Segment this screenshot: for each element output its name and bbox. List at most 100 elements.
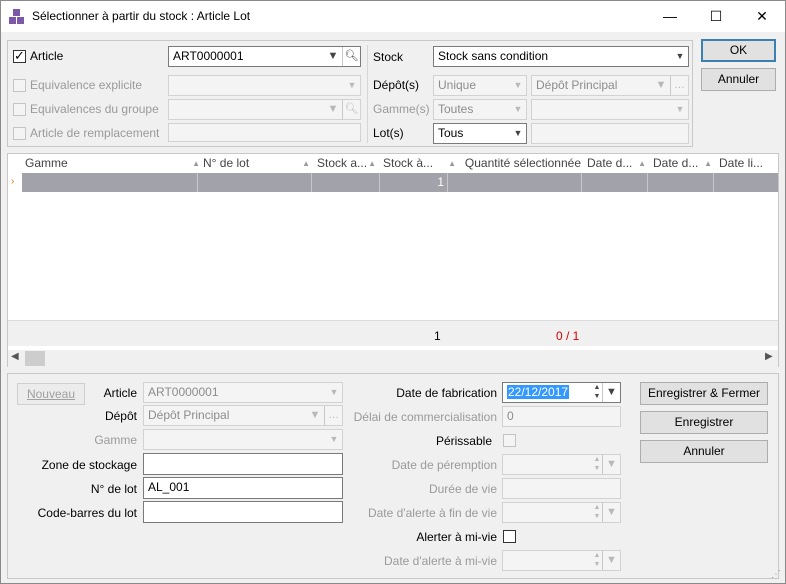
horizontal-scrollbar[interactable]: ◀ ▶ xyxy=(8,350,778,367)
alerte-mi-input[interactable]: ▲ ▼ ▼ xyxy=(502,550,621,571)
chevron-down-icon: ▼ xyxy=(675,51,685,61)
chevron-down-icon[interactable]: ▼ xyxy=(602,455,620,474)
column-header-date3[interactable]: Date li... xyxy=(716,154,778,173)
sort-icon: ▲ xyxy=(448,159,456,168)
save-close-button[interactable]: Enregistrer & Fermer xyxy=(640,382,768,405)
chevron-down-icon: ▼ xyxy=(347,80,357,90)
grid-header: Gamme ▲ N° de lot ▲ Stock a... ▲ Stock à...… xyxy=(8,154,778,173)
depot-label: Dépôt(s) xyxy=(373,78,420,92)
equiv-explicit-label: Equivalence explicite xyxy=(30,78,143,92)
chevron-down-icon[interactable]: ▼ xyxy=(324,47,342,66)
chevron-down-icon: ▼ xyxy=(513,128,523,138)
table-row[interactable]: 1 xyxy=(22,173,778,192)
barcode-label: Code-barres du lot xyxy=(37,506,137,520)
search-icon[interactable]: 🔍︎ xyxy=(342,47,360,66)
stock-label: Stock xyxy=(373,50,404,64)
new-button[interactable]: Nouveau xyxy=(17,383,85,405)
row-indicator-icon: › xyxy=(11,176,15,187)
cell-quantite xyxy=(448,173,582,192)
column-header-date1[interactable]: Date d... ▲ xyxy=(584,154,650,173)
lot-mode-select[interactable]: Tous ▼ xyxy=(433,123,527,144)
replacement-checkbox[interactable] xyxy=(13,127,26,140)
barcode-input[interactable] xyxy=(143,501,343,523)
sort-icon: ▲ xyxy=(368,159,376,168)
lot-filter-label: Lot(s) xyxy=(373,126,404,140)
chevron-down-icon[interactable]: ▼ xyxy=(602,383,620,402)
chevron-down-icon: ▼ xyxy=(309,409,321,421)
alerte-mi-label: Date d'alerte à mi-vie xyxy=(383,554,497,568)
chevron-down-icon[interactable]: ▼ xyxy=(602,503,620,522)
depot-mode-select[interactable]: Unique ▼ xyxy=(433,75,527,96)
equiv-group-input[interactable]: ▼ 🔍︎ xyxy=(168,99,361,120)
depot-value: Dépôt Principal xyxy=(536,78,618,92)
duree-label: Durée de vie xyxy=(428,482,497,496)
alerter-label: Alerter à mi-vie xyxy=(416,530,497,544)
column-header-gamme[interactable]: Gamme ▲ xyxy=(22,154,204,173)
cell-stock-a2: 1 xyxy=(380,173,448,192)
depot-select[interactable]: Dépôt Principal ▼ … xyxy=(531,75,689,96)
lot-number-label: N° de lot xyxy=(90,482,137,496)
grid-footer: 1 0 / 1 xyxy=(8,320,778,346)
app-cubes-icon xyxy=(9,9,25,25)
column-header-quantite[interactable]: Quantité sélectionnée xyxy=(460,154,584,173)
peremption-label: Date de péremption xyxy=(391,458,497,472)
ok-button[interactable]: OK xyxy=(701,39,776,62)
save-button[interactable]: Enregistrer xyxy=(640,411,768,434)
article-value: ART0000001 xyxy=(173,49,244,63)
chevron-down-icon: ▼ xyxy=(513,104,523,114)
alerter-checkbox[interactable] xyxy=(503,530,516,543)
zone-input[interactable] xyxy=(143,453,343,475)
cancel-top-button[interactable]: Annuler xyxy=(701,68,776,91)
cell-date2 xyxy=(648,173,714,192)
resize-grip-icon[interactable]: ⋰ xyxy=(771,569,781,580)
gamme-detail-select[interactable]: ▼ xyxy=(143,429,343,450)
article-detail-select[interactable]: ART0000001 ▼ xyxy=(143,382,343,403)
article-input[interactable]: ART0000001 ▼ 🔍︎ xyxy=(168,46,361,67)
column-header-date2[interactable]: Date d... ▲ xyxy=(650,154,716,173)
more-icon[interactable]: … xyxy=(670,76,688,95)
column-header-lot[interactable]: N° de lot ▲ xyxy=(200,154,314,173)
chevron-down-icon: ▼ xyxy=(327,103,339,115)
scroll-left-icon[interactable]: ◀ xyxy=(11,351,19,362)
stock-select[interactable]: Stock sans condition ▼ xyxy=(433,46,689,67)
alerte-fin-input[interactable]: ▲ ▼ ▼ xyxy=(502,502,621,523)
duree-input[interactable] xyxy=(502,478,621,499)
delai-input[interactable]: 0 xyxy=(502,406,621,427)
column-header-stock-a2[interactable]: Stock à... ▲ xyxy=(380,154,460,173)
sort-icon: ▲ xyxy=(704,159,712,168)
lot-filter-input[interactable] xyxy=(531,123,689,144)
search-icon[interactable]: 🔍︎ xyxy=(342,100,360,119)
gamme-filter-label: Gamme(s) xyxy=(373,102,430,116)
article-checkbox[interactable]: ✓ xyxy=(13,48,26,63)
minimize-button[interactable]: — xyxy=(647,1,693,32)
peremption-input[interactable]: ▲ ▼ ▼ xyxy=(502,454,621,475)
scroll-right-icon[interactable]: ▶ xyxy=(765,351,773,362)
replacement-input[interactable] xyxy=(168,123,361,142)
fab-date-input[interactable]: 22/12/2017 ▲ ▼ ▼ xyxy=(502,382,621,403)
sort-icon: ▲ xyxy=(302,159,310,168)
close-button[interactable]: ✕ xyxy=(739,1,785,32)
article-label: Article xyxy=(30,49,64,63)
chevron-down-icon: ▼ xyxy=(513,80,523,90)
fab-date-value: 22/12/2017 xyxy=(507,385,570,399)
gamme-mode-select[interactable]: Toutes ▼ xyxy=(433,99,527,120)
perissable-label: Périssable xyxy=(435,434,492,448)
alerte-fin-label: Date d'alerte à fin de vie xyxy=(367,506,497,520)
equiv-group-checkbox[interactable] xyxy=(13,103,26,116)
lot-number-input[interactable]: AL_001 xyxy=(143,477,343,499)
cell-date1 xyxy=(582,173,648,192)
column-header-stock-a1[interactable]: Stock a... ▲ xyxy=(314,154,380,173)
maximize-button[interactable]: ☐ xyxy=(693,1,739,32)
depot-detail-select[interactable]: Dépôt Principal ▼ … xyxy=(143,405,343,426)
scroll-thumb[interactable] xyxy=(25,351,45,366)
depot-mode-value: Unique xyxy=(438,78,477,92)
chevron-down-icon: ▼ xyxy=(655,79,667,91)
gamme-select[interactable]: ▼ xyxy=(531,99,689,120)
equiv-explicit-select[interactable]: ▼ xyxy=(168,75,361,96)
cancel-bottom-button[interactable]: Annuler xyxy=(640,440,768,463)
equiv-explicit-checkbox[interactable] xyxy=(13,79,26,92)
perissable-checkbox[interactable] xyxy=(503,434,516,447)
gamme-mode-value: Toutes xyxy=(438,102,474,116)
chevron-down-icon[interactable]: ▼ xyxy=(602,551,620,570)
zone-label: Zone de stockage xyxy=(41,458,137,472)
